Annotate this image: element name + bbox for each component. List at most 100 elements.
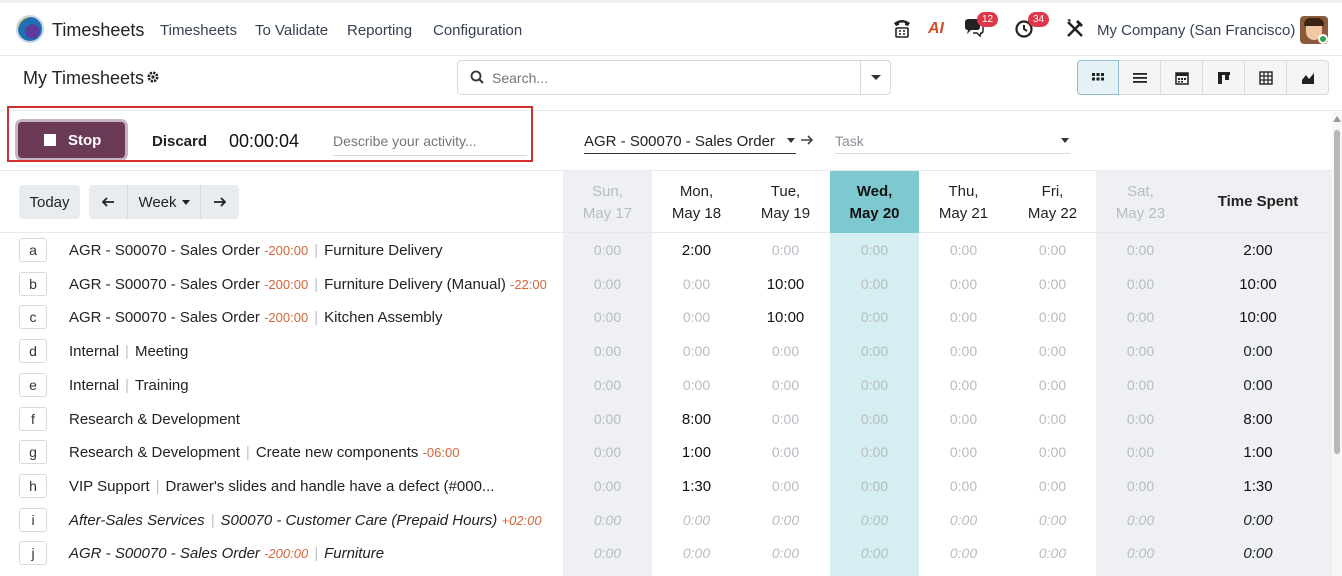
row-label[interactable]: AGR - S00070 - Sales Order -200:00 | Kitch… (69, 309, 442, 326)
time-cell[interactable]: 0:00 (1008, 444, 1097, 460)
time-cell[interactable]: 0:00 (741, 512, 830, 528)
row-shortcut-key[interactable]: b (19, 271, 47, 296)
time-cell[interactable]: 0:00 (1008, 512, 1097, 528)
row-shortcut-key[interactable]: j (19, 541, 47, 566)
row-label[interactable]: VIP Support | Drawer's slides and handle h… (69, 478, 494, 495)
time-cell[interactable]: 10:00 (741, 276, 830, 293)
ai-icon[interactable]: AI (928, 20, 944, 38)
row-label[interactable]: AGR - S00070 - Sales Order -200:00 | Furni… (69, 545, 384, 562)
time-cell[interactable]: 0:00 (1008, 478, 1097, 494)
time-cell[interactable]: 0:00 (1008, 377, 1097, 393)
activity-clock-icon[interactable]: 34 (1014, 12, 1050, 42)
time-cell[interactable]: 0:00 (1096, 512, 1185, 528)
time-cell[interactable]: 0:00 (1096, 545, 1185, 561)
time-cell[interactable]: 0:00 (919, 343, 1008, 359)
time-cell[interactable]: 0:00 (1096, 478, 1185, 494)
calendar-view-button[interactable] (1161, 60, 1203, 95)
time-cell[interactable]: 0:00 (652, 512, 741, 528)
time-cell[interactable]: 0:00 (830, 242, 919, 258)
pivot-view-button[interactable] (1245, 60, 1287, 95)
menu-reporting[interactable]: Reporting (347, 22, 412, 39)
search-options-toggle[interactable] (860, 61, 890, 94)
time-cell[interactable]: 0:00 (563, 478, 652, 494)
time-cell[interactable]: 0:00 (830, 411, 919, 427)
task-select[interactable]: Task (835, 126, 1070, 154)
row-shortcut-key[interactable]: f (19, 406, 47, 431)
row-label[interactable]: AGR - S00070 - Sales Order -200:00 | Furni… (69, 276, 547, 293)
time-cell[interactable]: 0:00 (830, 377, 919, 393)
time-cell[interactable]: 0:00 (1096, 343, 1185, 359)
time-cell[interactable]: 0:00 (563, 411, 652, 427)
time-cell[interactable]: 0:00 (652, 343, 741, 359)
row-label[interactable]: After-Sales Services | S00070 - Customer C… (69, 512, 542, 529)
menu-configuration[interactable]: Configuration (433, 22, 522, 39)
week-scale-dropdown[interactable]: Week (127, 185, 201, 219)
time-cell[interactable]: 0:00 (741, 343, 830, 359)
time-cell[interactable]: 0:00 (830, 512, 919, 528)
project-select[interactable]: AGR - S00070 - Sales Order (584, 126, 796, 154)
row-label[interactable]: Research & Development | Create new compon… (69, 444, 459, 461)
time-cell[interactable]: 0:00 (741, 242, 830, 258)
time-cell[interactable]: 0:00 (741, 478, 830, 494)
time-cell[interactable]: 0:00 (919, 478, 1008, 494)
time-cell[interactable]: 0:00 (741, 377, 830, 393)
time-cell[interactable]: 2:00 (652, 242, 741, 259)
time-cell[interactable]: 0:00 (1008, 343, 1097, 359)
today-button[interactable]: Today (19, 185, 80, 219)
menu-timesheets[interactable]: Timesheets (160, 22, 237, 39)
time-cell[interactable]: 0:00 (1008, 276, 1097, 292)
time-cell[interactable]: 0:00 (1096, 411, 1185, 427)
time-cell[interactable]: 0:00 (919, 444, 1008, 460)
row-shortcut-key[interactable]: d (19, 339, 47, 364)
time-cell[interactable]: 0:00 (652, 377, 741, 393)
time-cell[interactable]: 0:00 (919, 276, 1008, 292)
next-period-button[interactable] (201, 185, 239, 219)
graph-view-button[interactable] (1287, 60, 1329, 95)
time-cell[interactable]: 0:00 (652, 545, 741, 561)
time-cell[interactable]: 0:00 (830, 276, 919, 292)
kanban-view-button[interactable] (1203, 60, 1245, 95)
vertical-scrollbar[interactable] (1332, 112, 1342, 576)
time-cell[interactable]: 0:00 (741, 545, 830, 561)
company-switcher[interactable]: My Company (San Francisco) (1097, 22, 1295, 39)
row-shortcut-key[interactable]: e (19, 372, 47, 397)
row-label[interactable]: Research & Development (69, 411, 240, 428)
menu-to-validate[interactable]: To Validate (255, 22, 328, 39)
tools-icon[interactable] (1065, 17, 1085, 42)
time-cell[interactable]: 0:00 (830, 545, 919, 561)
row-shortcut-key[interactable]: h (19, 473, 47, 498)
row-label[interactable]: AGR - S00070 - Sales Order -200:00 | Furni… (69, 242, 442, 259)
time-cell[interactable]: 0:00 (1096, 309, 1185, 325)
time-cell[interactable]: 0:00 (919, 377, 1008, 393)
time-cell[interactable]: 0:00 (563, 512, 652, 528)
time-cell[interactable]: 0:00 (919, 512, 1008, 528)
time-cell[interactable]: 1:00 (652, 444, 741, 461)
time-cell[interactable]: 0:00 (1008, 309, 1097, 325)
time-cell[interactable]: 8:00 (652, 411, 741, 428)
app-logo-icon[interactable] (16, 15, 44, 43)
list-view-button[interactable] (1119, 60, 1161, 95)
time-cell[interactable]: 0:00 (830, 343, 919, 359)
time-cell[interactable]: 0:00 (563, 444, 652, 460)
time-cell[interactable]: 0:00 (830, 444, 919, 460)
time-cell[interactable]: 0:00 (563, 276, 652, 292)
time-cell[interactable]: 0:00 (1008, 411, 1097, 427)
time-cell[interactable]: 10:00 (741, 309, 830, 326)
previous-period-button[interactable] (89, 185, 127, 219)
time-cell[interactable]: 0:00 (919, 545, 1008, 561)
scroll-up-icon[interactable] (1333, 116, 1341, 122)
time-cell[interactable]: 0:00 (1096, 444, 1185, 460)
time-cell[interactable]: 0:00 (563, 242, 652, 258)
time-cell[interactable]: 0:00 (741, 411, 830, 427)
app-name[interactable]: Timesheets (52, 20, 144, 41)
row-shortcut-key[interactable]: g (19, 440, 47, 465)
time-cell[interactable]: 0:00 (1008, 242, 1097, 258)
page-title[interactable]: My Timesheets (23, 68, 144, 89)
scroll-thumb[interactable] (1334, 130, 1340, 454)
time-cell[interactable]: 0:00 (563, 545, 652, 561)
time-cell[interactable]: 0:00 (1096, 276, 1185, 292)
grid-view-button[interactable] (1077, 60, 1119, 95)
time-cell[interactable]: 0:00 (741, 444, 830, 460)
row-shortcut-key[interactable]: i (19, 507, 47, 532)
time-cell[interactable]: 0:00 (919, 309, 1008, 325)
